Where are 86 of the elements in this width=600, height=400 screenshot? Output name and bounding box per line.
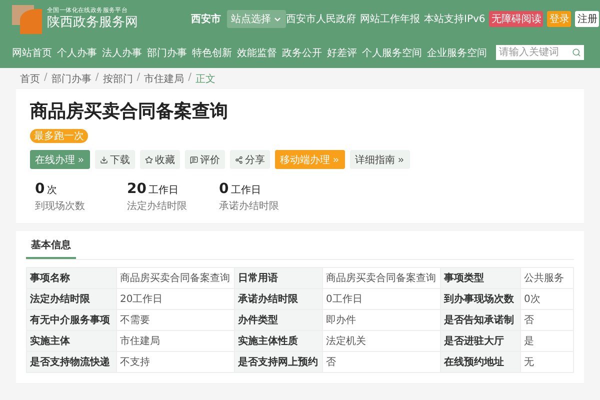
field-value: 即办件 — [323, 310, 441, 331]
field-label: 法定办结时限 — [27, 289, 117, 310]
field-value: 商品房买卖合同备案查询 — [117, 268, 235, 289]
action-button[interactable]: 分享 — [230, 150, 270, 169]
action-button[interactable]: 移动端办理 — [275, 150, 345, 169]
field-label: 实施主体 — [27, 331, 117, 352]
field-label: 有无中介服务事项 — [27, 310, 117, 331]
breadcrumb-link[interactable]: 部门办事 — [51, 72, 92, 86]
stat-unit: 次 — [46, 184, 57, 197]
site-name: 陕西政务服务网 — [47, 15, 139, 31]
header-link[interactable]: 无障碍阅读 — [489, 11, 544, 27]
breadcrumb-link[interactable]: 首页 — [20, 72, 40, 86]
field-value: 公共服务 — [521, 268, 574, 289]
breadcrumb-link[interactable]: 正文 — [196, 72, 216, 86]
logo-icon — [12, 4, 42, 34]
field-value: 市住建局 — [117, 331, 235, 352]
header-link[interactable]: 西安市人民政府 — [286, 12, 356, 26]
stat-unit: 工作日 — [230, 184, 261, 197]
field-label: 到办事现场次数 — [441, 289, 521, 310]
field-label: 是否支持网上预约 — [235, 352, 323, 373]
stat-value: 0 — [219, 181, 229, 197]
header-link[interactable]: 本站支持IPv6 — [424, 12, 486, 26]
field-value: 不支持 — [117, 352, 235, 373]
nav-item[interactable]: 好差评 — [327, 46, 357, 60]
site-select-button[interactable]: 站点选择 — [227, 10, 286, 28]
nav-item[interactable]: 法人办事 — [102, 46, 142, 60]
field-value: 否 — [323, 352, 441, 373]
field-label: 是否进驻大厅 — [441, 331, 521, 352]
field-value: 0工作日 — [323, 289, 441, 310]
action-button[interactable]: 详细指南 — [350, 150, 410, 169]
field-value: 无 — [521, 352, 574, 373]
field-value: 否 — [521, 310, 574, 331]
search-icon[interactable] — [572, 48, 581, 57]
nav-item[interactable]: 个人服务空间 — [362, 46, 422, 60]
breadcrumb-separator: / — [95, 72, 99, 85]
star-icon — [145, 156, 153, 164]
nav-item[interactable]: 个人办事 — [57, 46, 97, 60]
city-name: 西安市 — [191, 12, 221, 26]
nav-item[interactable]: 效能监督 — [237, 46, 277, 60]
section-tab[interactable]: 基本信息 — [26, 235, 76, 259]
field-label: 在线预约地址 — [441, 352, 521, 373]
stat-label: 承诺办结时限 — [219, 200, 280, 213]
breadcrumb-link[interactable]: 按部门 — [102, 72, 133, 86]
field-value: 是 — [521, 331, 574, 352]
field-value: 商品房买卖合同备案查询 — [323, 268, 441, 289]
header-link[interactable]: 网站工作年报 — [360, 12, 420, 26]
share-icon — [235, 156, 243, 164]
header-link[interactable]: 登录 — [547, 11, 572, 27]
action-button[interactable]: 下载 — [95, 150, 135, 169]
action-button[interactable]: 在线办理 — [30, 150, 90, 169]
item-title: 商品房买卖合同备案查询 — [30, 100, 229, 123]
field-label: 事项类型 — [441, 268, 521, 289]
breadcrumb-separator: / — [188, 72, 192, 85]
double-chevron-icon — [332, 156, 340, 164]
field-label: 承诺办结时限 — [235, 289, 323, 310]
field-label: 是否支持物流快递 — [27, 352, 117, 373]
action-button[interactable]: 评价 — [185, 150, 225, 169]
download-icon — [100, 156, 108, 164]
field-value: 0次 — [521, 289, 574, 310]
comment-icon — [190, 156, 198, 164]
field-label: 事项名称 — [27, 268, 117, 289]
double-chevron-icon — [397, 156, 405, 164]
nav-item[interactable]: 政务公开 — [282, 46, 322, 60]
field-label: 办件类型 — [235, 310, 323, 331]
header-link[interactable]: 注册 — [575, 11, 600, 27]
item-tag: 最多跑一次 — [30, 129, 88, 143]
stat-value: 0 — [35, 181, 45, 197]
stat-label: 法定办结时限 — [127, 200, 188, 213]
breadcrumb-separator: / — [136, 72, 140, 85]
breadcrumb-separator: / — [44, 72, 48, 85]
field-label: 日常用语 — [235, 268, 323, 289]
action-button[interactable]: 收藏 — [140, 150, 180, 169]
stat-unit: 工作日 — [148, 184, 178, 197]
field-label: 是否告知承诺制 — [441, 310, 521, 331]
double-chevron-icon — [77, 156, 85, 164]
nav-item[interactable]: 网站首页 — [12, 46, 52, 60]
field-label: 实施主体性质 — [235, 331, 323, 352]
stat-label: 到现场次数 — [35, 200, 86, 213]
nav-item[interactable]: 特色创新 — [192, 46, 232, 60]
nav-item[interactable]: 企业服务空间 — [427, 46, 487, 60]
field-value: 20工作日 — [117, 289, 235, 310]
field-value: 不需要 — [117, 310, 235, 331]
breadcrumb-link[interactable]: 市住建局 — [144, 72, 184, 86]
nav-item[interactable]: 部门办事 — [147, 46, 187, 60]
field-value: 法定机关 — [323, 331, 441, 352]
stat-value: 20 — [127, 181, 146, 197]
